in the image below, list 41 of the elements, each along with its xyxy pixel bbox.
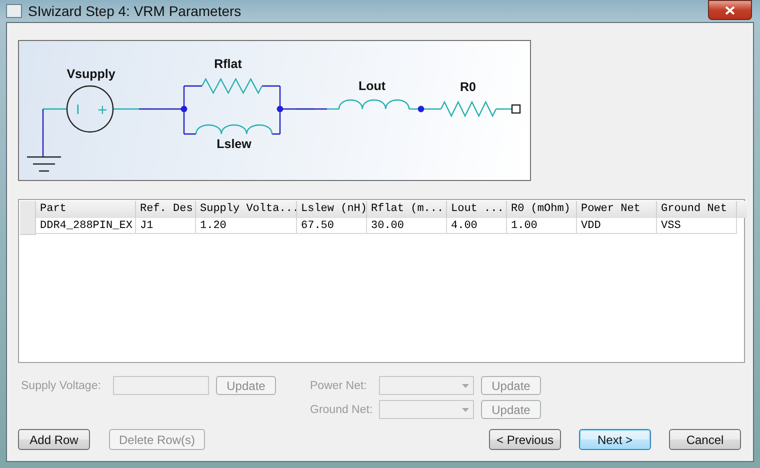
component-label: Lout bbox=[358, 79, 386, 93]
table-cell: 1.00 bbox=[507, 218, 577, 234]
table-cell: VSS bbox=[657, 218, 737, 234]
header-filler bbox=[737, 201, 747, 218]
column-header[interactable]: Lslew (nH) bbox=[297, 201, 367, 218]
close-button[interactable] bbox=[708, 0, 752, 20]
column-header[interactable]: Lout ... bbox=[447, 201, 507, 218]
dialog-button[interactable]: Add Row bbox=[18, 429, 90, 450]
table-cell: 4.00 bbox=[447, 218, 507, 234]
window-title: SIwizard Step 4: VRM Parameters bbox=[28, 3, 242, 19]
field-label: Power Net: bbox=[309, 380, 368, 392]
component-label: R0 bbox=[460, 80, 476, 94]
table-cell: VDD bbox=[577, 218, 657, 234]
table-cell: 1.20 bbox=[196, 218, 297, 234]
component-label: Rflat bbox=[214, 57, 242, 71]
table-cell: DDR4_288PIN_EX bbox=[36, 218, 136, 234]
corner-header[interactable] bbox=[20, 201, 36, 218]
column-header[interactable]: Rflat (m... bbox=[367, 201, 447, 218]
close-icon bbox=[725, 6, 735, 14]
field-label: Supply Voltage: bbox=[20, 380, 102, 392]
dialog-button[interactable]: < Previous bbox=[489, 429, 561, 450]
column-header[interactable]: Ground Net bbox=[657, 201, 737, 218]
column-header[interactable]: Supply Volta... bbox=[196, 201, 297, 218]
component-label: Lslew bbox=[216, 137, 252, 151]
caret-icon bbox=[462, 384, 469, 388]
column-header[interactable]: Power Net bbox=[577, 201, 657, 218]
table-cell: 30.00 bbox=[367, 218, 447, 234]
plus-sign: + bbox=[97, 103, 108, 118]
row-header[interactable] bbox=[20, 218, 36, 235]
app-icon bbox=[6, 4, 22, 18]
column-header[interactable]: Ref. Des bbox=[136, 201, 196, 218]
dialog-button[interactable]: Next > bbox=[579, 429, 651, 450]
column-header[interactable]: R0 (mOhm) bbox=[507, 201, 577, 218]
table-cell: J1 bbox=[136, 218, 196, 234]
minus-sign: I bbox=[76, 103, 80, 118]
column-header[interactable]: Part bbox=[36, 201, 136, 218]
caret-icon bbox=[462, 408, 469, 412]
component-label: Vsupply bbox=[66, 67, 116, 81]
field-label: Ground Net: bbox=[309, 404, 374, 416]
dialog-button[interactable]: Cancel bbox=[669, 429, 741, 450]
table-cell: 67.50 bbox=[297, 218, 367, 234]
